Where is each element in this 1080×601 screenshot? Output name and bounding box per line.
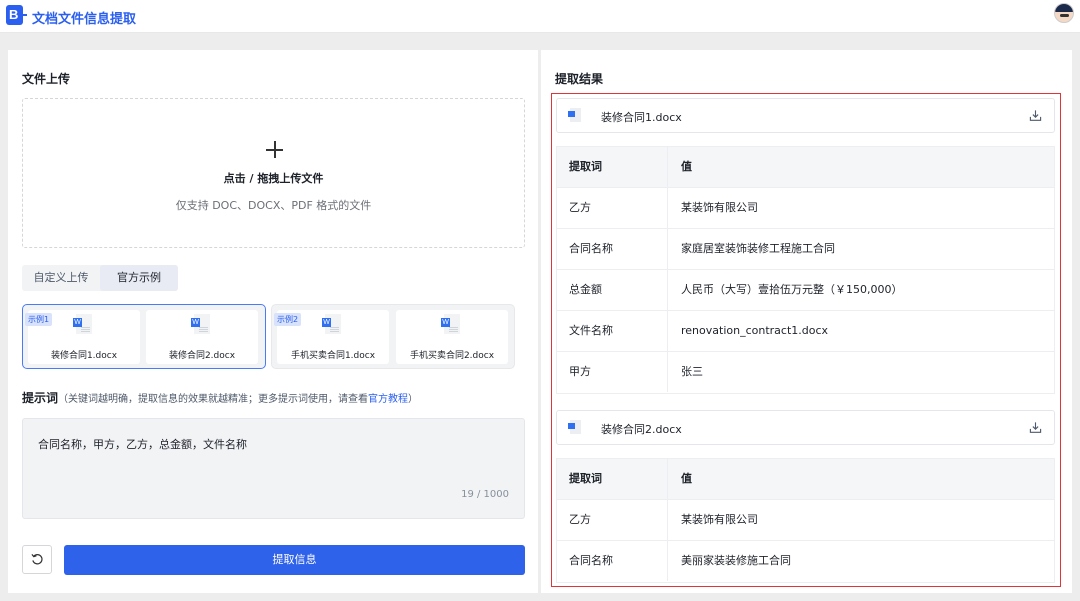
user-avatar[interactable] bbox=[1054, 3, 1074, 23]
download-icon[interactable] bbox=[1029, 109, 1042, 122]
word-doc-icon bbox=[568, 108, 582, 122]
example-group-2[interactable]: 示例2 W 手机买卖合同1.docx W 手机买卖合同2.docx bbox=[271, 304, 515, 369]
table-row: 乙方 某装饰有限公司 bbox=[557, 500, 1054, 541]
column-header-value: 值 bbox=[681, 160, 692, 173]
table-row: 文件名称 renovation_contract1.docx bbox=[557, 311, 1054, 352]
result-table: 提取词 值 乙方 某装饰有限公司 合同名称 家庭居室装饰装修工程施工合同 总金额… bbox=[556, 146, 1055, 394]
row-value: 家庭居室装饰装修工程施工合同 bbox=[681, 242, 835, 255]
row-key: 文件名称 bbox=[557, 311, 668, 351]
app-title: 文档文件信息提取 bbox=[32, 12, 137, 27]
upload-section-title: 文件上传 bbox=[22, 72, 71, 86]
row-value: 某装饰有限公司 bbox=[681, 513, 758, 526]
example-file-name: 装修合同2.docx bbox=[168, 351, 236, 361]
plus-icon bbox=[266, 141, 283, 158]
prompt-title: 提示词（关键词越明确，提取信息的效果就越精准；更多提示词使用，请查看官方教程） bbox=[22, 389, 418, 406]
prompt-hint-close: ） bbox=[408, 394, 419, 405]
reset-button[interactable] bbox=[22, 545, 52, 574]
row-value: 某装饰有限公司 bbox=[681, 201, 758, 214]
table-row: 总金额 人民币（大写）壹拾伍万元整（￥150,000） bbox=[557, 270, 1054, 311]
upload-tabs: 自定义上传 官方示例 bbox=[22, 265, 178, 291]
tab-official-examples[interactable]: 官方示例 bbox=[100, 265, 178, 291]
row-value: 人民币（大写）壹拾伍万元整（￥150,000） bbox=[681, 283, 903, 296]
column-header-value: 值 bbox=[681, 472, 692, 485]
result-file-name: 装修合同2.docx bbox=[601, 423, 682, 436]
result-table: 提取词 值 乙方 某装饰有限公司 合同名称 美丽家装装修施工合同 bbox=[556, 458, 1055, 583]
tab-custom-upload[interactable]: 自定义上传 bbox=[22, 265, 100, 291]
row-value: 张三 bbox=[681, 365, 703, 378]
row-key: 合同名称 bbox=[557, 229, 668, 269]
row-key: 甲方 bbox=[557, 352, 668, 392]
official-tutorial-link[interactable]: 官方教程 bbox=[368, 394, 408, 405]
word-doc-icon bbox=[568, 420, 582, 434]
prompt-hint-text: （关键词越明确，提取信息的效果就越精准；更多提示词使用，请查看 bbox=[58, 394, 369, 405]
row-value: renovation_contract1.docx bbox=[681, 324, 829, 337]
example-file-name: 装修合同1.docx bbox=[50, 351, 118, 361]
table-row: 甲方 张三 bbox=[557, 352, 1054, 393]
results-section-title: 提取结果 bbox=[555, 72, 604, 86]
table-row: 合同名称 家庭居室装饰装修工程施工合同 bbox=[557, 229, 1054, 270]
left-panel: 文件上传 点击 / 拖拽上传文件 仅支持 DOC、DOCX、PDF 格式的文件 … bbox=[8, 50, 538, 593]
example-badge: 示例1 bbox=[25, 313, 53, 326]
result-file-name: 装修合同1.docx bbox=[601, 111, 682, 124]
app-logo: B bbox=[6, 5, 27, 25]
word-doc-icon: W bbox=[73, 314, 92, 334]
example-file-card[interactable]: W 手机买卖合同2.docx bbox=[396, 310, 508, 364]
download-icon[interactable] bbox=[1029, 421, 1042, 434]
file-dropzone[interactable]: 点击 / 拖拽上传文件 仅支持 DOC、DOCX、PDF 格式的文件 bbox=[22, 98, 525, 248]
prompt-input-value: 合同名称，甲方，乙方，总金额，文件名称 bbox=[38, 438, 247, 451]
row-key: 乙方 bbox=[557, 188, 668, 228]
example-file-card[interactable]: W 装修合同2.docx bbox=[146, 310, 258, 364]
example-file-name: 手机买卖合同2.docx bbox=[409, 351, 495, 361]
reset-icon bbox=[31, 554, 43, 565]
table-row: 乙方 某装饰有限公司 bbox=[557, 188, 1054, 229]
prompt-input[interactable]: 合同名称，甲方，乙方，总金额，文件名称 19 / 1000 bbox=[22, 418, 525, 519]
extract-button[interactable]: 提取信息 bbox=[64, 545, 525, 575]
row-key: 合同名称 bbox=[557, 541, 668, 581]
row-key: 乙方 bbox=[557, 500, 668, 540]
table-header-row: 提取词 值 bbox=[557, 459, 1054, 500]
row-value: 美丽家装装修施工合同 bbox=[681, 554, 791, 567]
row-key: 总金额 bbox=[557, 270, 668, 310]
result-file-header: 装修合同2.docx bbox=[556, 410, 1055, 445]
column-header-key: 提取词 bbox=[557, 459, 668, 499]
column-header-key: 提取词 bbox=[557, 147, 668, 187]
word-doc-icon: W bbox=[441, 314, 460, 334]
table-row: 合同名称 美丽家装装修施工合同 bbox=[557, 541, 1054, 582]
example-file-name: 手机买卖合同1.docx bbox=[290, 351, 376, 361]
example-badge: 示例2 bbox=[274, 313, 302, 326]
top-bar: B 文档文件信息提取 bbox=[0, 0, 1080, 33]
prompt-label: 提示词 bbox=[22, 391, 59, 405]
dropzone-hint: 仅支持 DOC、DOCX、PDF 格式的文件 bbox=[175, 199, 372, 212]
char-counter: 19 / 1000 bbox=[461, 489, 509, 500]
word-doc-icon: W bbox=[191, 314, 210, 334]
results-container[interactable]: 装修合同1.docx 提取词 值 乙方 某装饰有限公司 合同名称 家庭居室装饰装… bbox=[551, 93, 1061, 587]
word-doc-icon: W bbox=[322, 314, 341, 334]
table-header-row: 提取词 值 bbox=[557, 147, 1054, 188]
result-file-header: 装修合同1.docx bbox=[556, 98, 1055, 133]
right-panel: 提取结果 装修合同1.docx 提取词 值 乙方 某装饰有限公司 合同名称 家庭… bbox=[541, 50, 1072, 593]
prompt-hint: （关键词越明确，提取信息的效果就越精准；更多提示词使用，请查看官方教程） bbox=[58, 394, 418, 405]
dropzone-label: 点击 / 拖拽上传文件 bbox=[223, 172, 324, 185]
example-group-1[interactable]: 示例1 W 装修合同1.docx W 装修合同2.docx bbox=[22, 304, 266, 369]
